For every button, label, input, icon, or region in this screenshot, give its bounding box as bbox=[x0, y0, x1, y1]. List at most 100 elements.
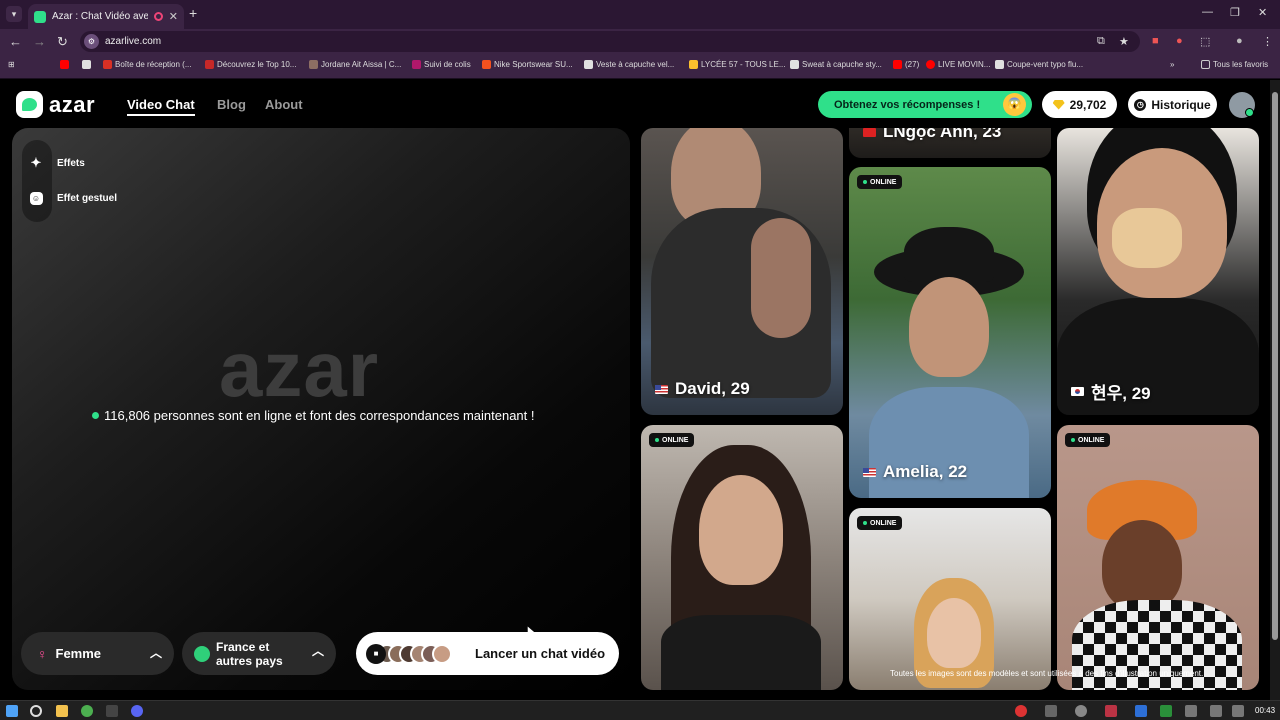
bluetooth-icon[interactable] bbox=[1135, 705, 1147, 717]
flag-vn-icon bbox=[863, 128, 876, 137]
online-badge: ONLINE bbox=[1065, 433, 1111, 447]
steam-icon[interactable] bbox=[1075, 705, 1087, 717]
bookmark-label: Suivi de colis bbox=[424, 60, 471, 69]
person-body bbox=[661, 615, 821, 690]
all-bookmarks[interactable]: Tous les favoris bbox=[1201, 60, 1268, 69]
bookmark-star-icon[interactable]: ★ bbox=[1119, 35, 1129, 48]
browser-menu-icon[interactable]: ⋮ bbox=[1262, 35, 1273, 48]
live-icon bbox=[926, 60, 935, 69]
scrollbar-thumb[interactable] bbox=[1272, 92, 1278, 640]
bookmark-colis[interactable]: Suivi de colis bbox=[412, 60, 471, 69]
bookmark-label: Boîte de réception (... bbox=[115, 60, 192, 69]
azar-logo[interactable]: azar bbox=[16, 91, 95, 118]
profile-card-hyunwoo[interactable]: 현우, 29 bbox=[1057, 128, 1259, 415]
nvidia-icon[interactable] bbox=[1160, 705, 1172, 717]
install-app-icon[interactable]: ⧉ bbox=[1097, 35, 1105, 48]
page-scrollbar[interactable] bbox=[1270, 80, 1280, 700]
profile-name-text: 현우, 29 bbox=[1091, 384, 1151, 403]
windows-taskbar: 00:43 bbox=[0, 700, 1280, 720]
apps-grid-icon[interactable]: ⊞ bbox=[8, 60, 15, 69]
gems-button[interactable]: 29,702 bbox=[1042, 91, 1117, 118]
browser-toolbar: ← → ↻ ⚙ azarlive.com ⧉ ★ ■ ● ⬚ ● ⋮ bbox=[0, 29, 1280, 54]
bookmark-sweat[interactable]: Sweat à capuche sty... bbox=[790, 60, 882, 69]
profile-name: Amelia, 22 bbox=[863, 462, 967, 482]
discord-icon[interactable] bbox=[131, 705, 143, 717]
history-button[interactable]: ◷ Historique bbox=[1128, 91, 1217, 118]
tab-close-icon[interactable]: ✕ bbox=[169, 10, 178, 23]
bookmark-youtube-27[interactable]: (27) bbox=[893, 60, 919, 69]
battery-icon[interactable] bbox=[1232, 705, 1244, 717]
extensions-puzzle-icon[interactable]: ⬚ bbox=[1200, 35, 1210, 48]
folder-icon bbox=[1201, 60, 1210, 69]
nav-video-chat[interactable]: Video Chat bbox=[127, 97, 195, 116]
gender-label: Femme bbox=[55, 646, 102, 661]
file-explorer-icon[interactable] bbox=[56, 705, 68, 717]
profile-name: LNgọc Anh, 23 bbox=[863, 128, 1001, 142]
profile-card-woman-1[interactable]: ONLINE bbox=[641, 425, 843, 690]
microphone-icon[interactable] bbox=[1015, 705, 1027, 717]
profile-card-man-hat[interactable]: ONLINE bbox=[1057, 425, 1259, 690]
nav-about[interactable]: About bbox=[265, 97, 303, 112]
rewards-button[interactable]: Obtenez vos récompenses ! 😱 bbox=[818, 91, 1032, 118]
close-window-icon[interactable]: ✕ bbox=[1258, 6, 1267, 19]
site-info-icon[interactable]: ⚙ bbox=[84, 34, 99, 49]
reload-icon[interactable]: ↻ bbox=[57, 34, 68, 50]
hat-crown bbox=[904, 227, 994, 282]
restore-icon[interactable]: ❐ bbox=[1230, 6, 1240, 19]
network-icon[interactable] bbox=[1185, 705, 1197, 717]
new-tab-button[interactable]: + bbox=[189, 5, 197, 21]
browser-tab-azar[interactable]: Azar : Chat Vidéo avec de n ✕ bbox=[28, 4, 184, 29]
bookmark-page[interactable] bbox=[82, 60, 91, 69]
clock-time[interactable]: 00:43 bbox=[1255, 706, 1275, 715]
stage-watermark-logo: azar bbox=[219, 325, 380, 413]
bookmark-youtube[interactable] bbox=[60, 60, 69, 69]
online-badge-text: ONLINE bbox=[1078, 436, 1105, 444]
windows-start-icon[interactable] bbox=[6, 705, 18, 717]
site-icon bbox=[205, 60, 214, 69]
bookmark-live[interactable]: LIVE MOVIN... bbox=[926, 60, 990, 69]
launch-video-chat-button[interactable]: ■ Lancer un chat vidéo bbox=[356, 632, 619, 675]
person-arm bbox=[751, 218, 811, 338]
profile-icon[interactable]: ● bbox=[1236, 35, 1243, 47]
extension-red-icon[interactable]: ■ bbox=[1152, 35, 1159, 47]
bookmark-veste[interactable]: Veste à capuche vel... bbox=[584, 60, 674, 69]
profile-card-lngoc[interactable]: LNgọc Anh, 23 bbox=[849, 128, 1051, 158]
bookmark-top10[interactable]: Découvrez le Top 10... bbox=[205, 60, 296, 69]
address-bar[interactable]: ⚙ azarlive.com bbox=[80, 31, 1140, 52]
gesture-face-icon: ☺ bbox=[29, 191, 43, 205]
azar-logo-icon bbox=[16, 91, 43, 118]
bookmark-coupe-vent[interactable]: Coupe-vent typo flu... bbox=[995, 60, 1083, 69]
launch-avatars: ■ bbox=[366, 643, 458, 664]
bookmark-jordane[interactable]: Jordane Ait Aissa | C... bbox=[309, 60, 401, 69]
bookmark-label: Coupe-vent typo flu... bbox=[1007, 60, 1084, 69]
gesture-effect-button[interactable]: ☺ Effet gestuel bbox=[29, 191, 117, 205]
profile-card-woman-2[interactable]: ONLINE bbox=[849, 508, 1051, 690]
youtube-icon bbox=[60, 60, 69, 69]
volume-icon[interactable] bbox=[1210, 705, 1222, 717]
online-badge-text: ONLINE bbox=[870, 519, 897, 527]
minimize-icon[interactable]: — bbox=[1202, 6, 1213, 18]
tab-search-icon[interactable]: ▾ bbox=[6, 6, 22, 22]
bookmark-lycee[interactable]: LYCÉE 57 - TOUS LE... bbox=[689, 60, 785, 69]
profile-card-amelia[interactable]: ONLINE Amelia, 22 bbox=[849, 167, 1051, 498]
terminal-icon[interactable] bbox=[106, 705, 118, 717]
bookmark-gmail[interactable]: Boîte de réception (... bbox=[103, 60, 192, 69]
profile-card-david[interactable]: David, 29 bbox=[641, 128, 843, 415]
gender-selector[interactable]: ♀ Femme ︿ bbox=[21, 632, 174, 675]
back-icon[interactable]: ← bbox=[9, 34, 22, 49]
extension-record-icon[interactable]: ● bbox=[1176, 35, 1183, 47]
tray-app-icon[interactable] bbox=[1105, 705, 1117, 717]
bookmark-label: Sweat à capuche sty... bbox=[802, 60, 882, 69]
forward-icon[interactable]: → bbox=[33, 34, 46, 49]
chrome-icon[interactable] bbox=[81, 705, 93, 717]
tray-app-icon[interactable] bbox=[1045, 705, 1057, 717]
effects-button[interactable]: ✦ Effets bbox=[29, 155, 85, 170]
nav-blog[interactable]: Blog bbox=[217, 97, 246, 112]
search-icon[interactable] bbox=[30, 705, 42, 717]
logo-text: azar bbox=[49, 91, 96, 117]
effects-panel bbox=[22, 140, 52, 222]
country-label-line1: France et bbox=[216, 639, 270, 654]
bookmark-nike[interactable]: Nike Sportswear SU... bbox=[482, 60, 573, 69]
country-selector[interactable]: France et autres pays ︿ bbox=[182, 632, 336, 675]
more-bookmarks-icon[interactable]: » bbox=[1170, 60, 1174, 69]
